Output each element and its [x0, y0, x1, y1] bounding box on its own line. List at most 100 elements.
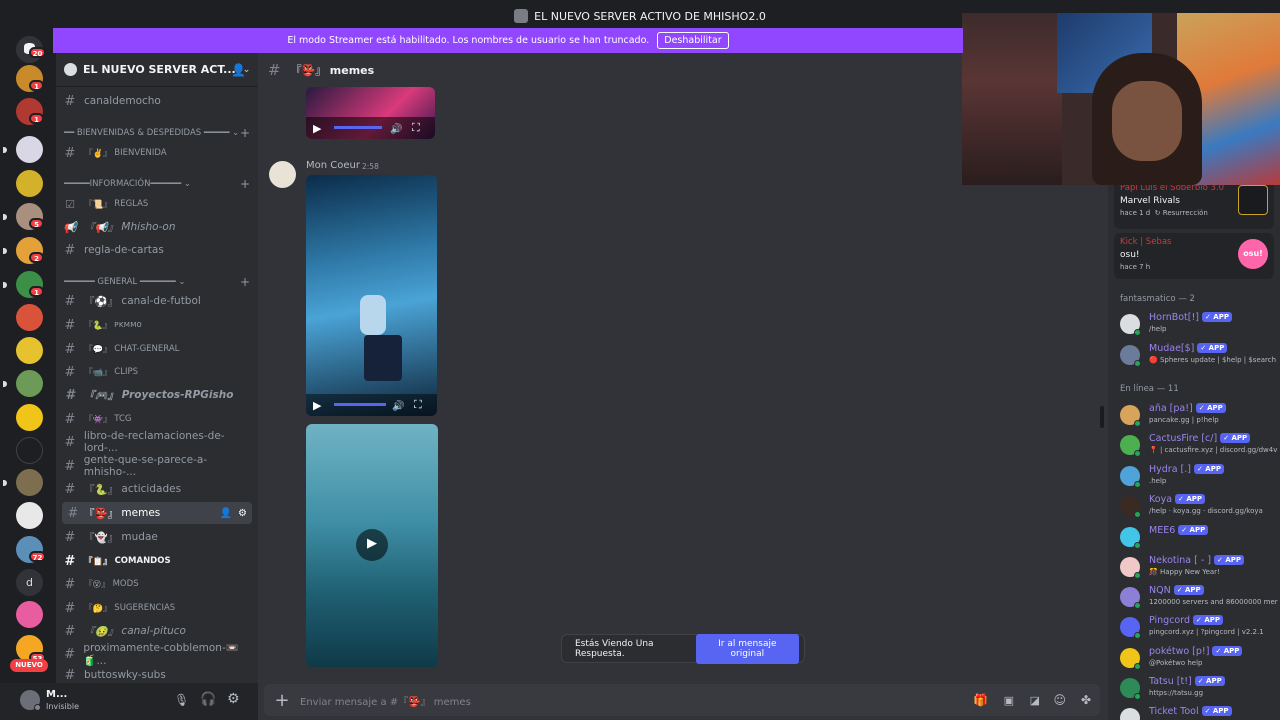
category-informacion[interactable]: ━━━━━INFORMACIÓN━━━━━━ ⌄ + — [64, 177, 250, 191]
channel-proximamente[interactable]: # proximamente-cobblemon-📼🧃... — [56, 642, 258, 667]
server-icon-10[interactable] — [16, 370, 43, 397]
progress-bar[interactable] — [334, 126, 382, 129]
add-channel-icon[interactable]: + — [240, 177, 250, 191]
channel-memes[interactable]: # 『👺』 memes 👤 ⚙ — [62, 502, 252, 524]
channel-reglas[interactable]: ☑ 『📜』 REGLAS — [56, 193, 258, 215]
webcam-face — [1112, 81, 1182, 161]
member-item[interactable]: Mudae[$] ✓ APP 🔴 Spheres update | $help | … — [1120, 341, 1280, 371]
channel-mudae[interactable]: # 『👻』 mudae — [56, 526, 258, 548]
channel-regla-de-cartas[interactable]: # regla-de-cartas — [56, 239, 258, 261]
channel-libro[interactable]: # libro-de-reclamaciones-de-lord-... — [56, 430, 258, 454]
fullscreen-icon[interactable]: ⛶ — [412, 121, 420, 135]
member-item[interactable]: Ticket Tool ✓ APP — [1120, 704, 1280, 720]
member-item[interactable]: Hydra [.] ✓ APP .help — [1120, 462, 1280, 492]
channel-sugerencias[interactable]: # 『🤔』 SUGERENCIAS — [56, 597, 258, 619]
server-icon-13[interactable] — [16, 469, 43, 496]
disable-streamer-mode-button[interactable]: Deshabilitar — [657, 32, 729, 49]
mention-badge: 2 — [29, 252, 44, 263]
member-item[interactable]: MEE6 ✓ APP — [1120, 523, 1280, 553]
channel-buttoswky[interactable]: # buttoswky-subs — [56, 667, 258, 683]
fullscreen-icon[interactable]: ⛶ — [414, 398, 422, 412]
sticker-icon[interactable]: ◪ — [1030, 694, 1040, 707]
scrollbar[interactable] — [1100, 406, 1104, 428]
emoji-icon[interactable]: ☺ — [1053, 693, 1066, 707]
channel-pkmmo[interactable]: # 『🐍』 ᴘᴋᴍᴍᴏ — [56, 314, 258, 336]
user-settings-icon[interactable]: ⚙ — [227, 691, 240, 707]
video-attachment[interactable]: ▶ — [306, 424, 438, 667]
gif-icon[interactable]: ▣ — [1004, 694, 1014, 707]
channel-gente[interactable]: # gente-que-se-parece-a-mhisho-... — [56, 454, 258, 478]
member-item[interactable]: pokétwo [p!] ✓ APP @Pokétwo help — [1120, 644, 1280, 674]
channel-canaldemocho[interactable]: # canaldemocho — [56, 90, 258, 112]
member-status: pingcord.xyz | ?pingcord | v2.2.1 — [1149, 628, 1264, 636]
category-bienvenidas[interactable]: ━━ BIENVENIDAS & DESPEDIDAS ━━━━━ ⌄ + — [64, 126, 250, 140]
play-icon[interactable]: ▶ — [367, 536, 377, 551]
message-composer[interactable]: + Enviar mensaje a #『👺』 memes 🎁 ▣ ◪ ☺ ✤ — [264, 684, 1100, 716]
member-item[interactable]: CactusFire [c/] ✓ APP 📍 | cactusfire.xyz |… — [1120, 431, 1280, 461]
server-icon-16[interactable] — [16, 601, 43, 628]
member-status: pancake.gg | p!help — [1149, 416, 1219, 424]
category-general[interactable]: ━━━━━━ GENERAL ━━━━━━━ ⌄ + — [64, 275, 250, 289]
member-item[interactable]: Tatsu [t!] ✓ APP https://tatsu.gg — [1120, 674, 1280, 704]
channel-comandos[interactable]: # 『📋』 COMANDOS — [56, 550, 258, 572]
add-member-icon[interactable]: 👤 — [231, 63, 246, 77]
discord-window: EL NUEVO SERVER ACTIVO DE MHISHO2.0 20 1… — [0, 0, 1280, 720]
app-tag: ✓ APP — [1194, 676, 1225, 686]
server-icon-12[interactable] — [16, 437, 43, 464]
member-item[interactable]: Nekotina [ - ] ✓ APP 🎊 Happy New Year! — [1120, 553, 1280, 583]
channel-mods[interactable]: # 『😵』 MODS — [56, 573, 258, 595]
server-icon-d[interactable]: d — [16, 569, 43, 596]
video-attachment[interactable]: ▶ 🔊 ⛶ — [306, 87, 435, 139]
apps-icon[interactable]: ✤ — [1081, 693, 1091, 707]
channel-clips[interactable]: # 『📹』 CLIPS — [56, 361, 258, 383]
progress-bar[interactable] — [334, 403, 386, 406]
member-item[interactable]: NQN ✓ APP 1200000 servers and 86000000 mer — [1120, 583, 1280, 613]
member-name: HornBot[!] ✓ APP — [1149, 312, 1232, 323]
member-name: Pingcord ✓ APP — [1149, 615, 1223, 626]
play-icon[interactable]: ▶ — [313, 122, 321, 135]
volume-icon[interactable]: 🔊 — [390, 124, 402, 135]
reply-toast: Estás Viendo Una Respuesta. Ir al mensaj… — [561, 633, 805, 664]
activity-card[interactable]: Papi Luis el Soberbio 3.0 Marvel Rivals … — [1114, 179, 1274, 229]
volume-icon[interactable]: 🔊 — [392, 401, 404, 412]
channel-tcg[interactable]: # 『👾』 TCG — [56, 408, 258, 430]
channel-emoji: 『🤢』 — [84, 625, 119, 638]
server-icon-11[interactable] — [16, 404, 43, 431]
server-icon-14[interactable] — [16, 502, 43, 529]
message-author[interactable]: Mon Coeur — [306, 160, 360, 171]
gift-icon[interactable]: 🎁 — [973, 693, 988, 707]
add-channel-icon[interactable]: + — [240, 275, 250, 289]
server-icon-8[interactable] — [16, 304, 43, 331]
jump-to-original-button[interactable]: Ir al mensaje original — [695, 633, 799, 664]
member-name-text: HornBot[!] — [1149, 312, 1199, 323]
invite-icon[interactable]: 👤 — [220, 508, 232, 519]
channel-mhisho-on[interactable]: 📢 『📢』 Mhisho-on — [56, 216, 258, 238]
member-item[interactable]: Pingcord ✓ APP pingcord.xyz | ?pingcord | … — [1120, 613, 1280, 643]
member-item[interactable]: HornBot[!] ✓ APP/help — [1120, 310, 1280, 340]
headphones-icon[interactable]: 🎧 — [200, 692, 216, 707]
member-item[interactable]: Koya ✓ APP/help · koya.gg · discord.gg/ko… — [1120, 492, 1280, 522]
channel-proyectos[interactable]: # 『🎮』 Proyectos-RPGisho — [56, 384, 258, 406]
server-icon-9[interactable] — [16, 337, 43, 364]
composer-placeholder[interactable]: Enviar mensaje a #『👺』 memes — [300, 693, 471, 708]
add-channel-icon[interactable]: + — [240, 126, 250, 140]
channel-label: ᴘᴋᴍᴍᴏ — [114, 320, 142, 330]
app-tag: ✓ APP — [1193, 615, 1223, 625]
server-icon-3[interactable] — [16, 136, 43, 163]
activity-card[interactable]: Kick | Sebas osu! hace 7 h osu! — [1114, 233, 1274, 279]
channel-bienvenida[interactable]: # 『✌️』 BIENVENIDA — [56, 142, 258, 164]
gear-icon[interactable]: ⚙ — [238, 508, 247, 519]
server-header[interactable]: EL NUEVO SERVER ACT... ⌄ 👤 — [56, 53, 258, 87]
play-icon[interactable]: ▶ — [313, 399, 321, 412]
member-item[interactable]: aña [pa!] ✓ APP pancake.gg | p!help — [1120, 401, 1280, 431]
microphone-icon[interactable]: 🎙 — [174, 693, 189, 707]
channel-canal-pituco[interactable]: # 『🤢』 canal-pituco — [56, 620, 258, 642]
channel-chat-general[interactable]: # 『💬』 CHAT-GENERAL — [56, 338, 258, 360]
add-attachment-icon[interactable]: + — [264, 690, 300, 711]
server-icon-4[interactable] — [16, 170, 43, 197]
channel-canal-de-futbol[interactable]: # 『⚽』 canal-de-futbol — [56, 290, 258, 312]
avatar[interactable] — [269, 161, 296, 188]
channel-actividades[interactable]: # 『🐍』 acticidades — [56, 478, 258, 500]
avatar[interactable] — [1120, 708, 1140, 720]
video-attachment[interactable]: ▶ 🔊 ⛶ — [306, 175, 437, 416]
